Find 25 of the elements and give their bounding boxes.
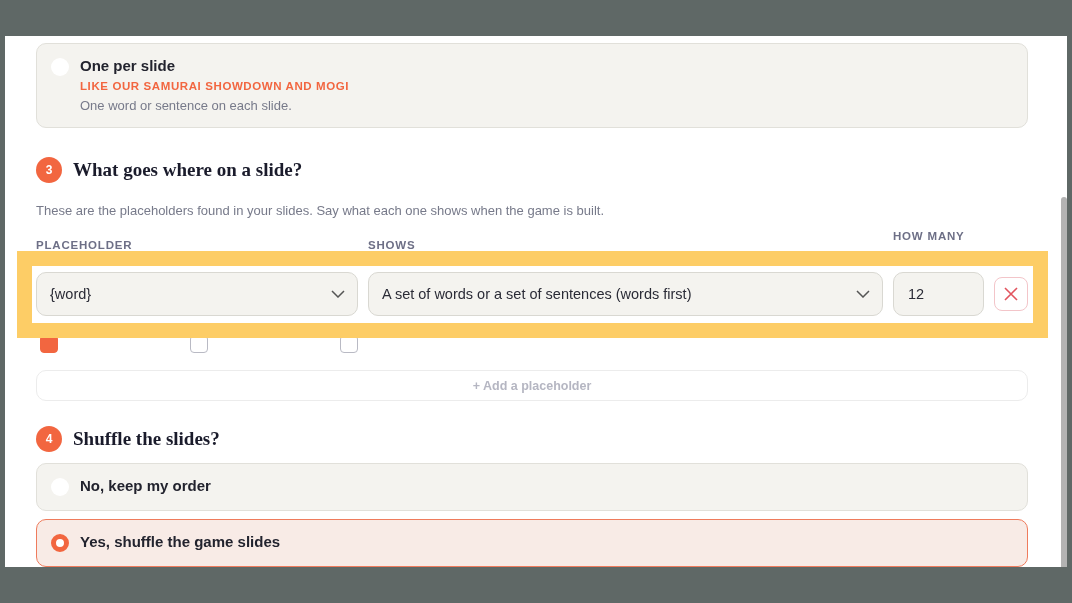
step-title: What goes where on a slide? [73, 159, 303, 182]
column-header: SHOWS [368, 238, 417, 254]
chevron-down-icon [856, 290, 870, 298]
option-title: No, keep my order [80, 477, 211, 494]
radio-button[interactable] [51, 534, 69, 552]
scrollbar-thumb[interactable] [1061, 197, 1067, 567]
option-card[interactable]: No, keep my order [36, 463, 1028, 511]
option-tagline: LIKE OUR SAMURAI SHOWDOWN AND MOGI [80, 80, 350, 92]
step-description: These are the placeholders found in your slides. Say what each one shows when the game is built. [36, 203, 605, 219]
shows-select[interactable]: A set of words or a set of sentences (words first) [368, 272, 883, 316]
option-title: One per slide [80, 57, 177, 74]
option-description: One word or sentence on each slide. [80, 98, 293, 113]
column-header: PLACEHOLDER [36, 238, 134, 254]
step-title: Shuffle the slides? [73, 428, 220, 450]
chevron-down-icon [331, 290, 345, 298]
placeholder-select[interactable]: {word} [36, 272, 358, 316]
column-header: HOW MANY [893, 229, 966, 245]
remove-button[interactable] [994, 277, 1028, 311]
option-card[interactable]: One per slide LIKE OUR SAMURAI SHOWDOWN AND MOGI One word or sentence on each slide. [36, 43, 1028, 128]
step-number: 4 [36, 426, 62, 452]
option-card[interactable]: Yes, shuffle the game slides [36, 519, 1028, 567]
close-icon [1004, 287, 1018, 301]
count-field[interactable]: 12 [893, 272, 984, 316]
option-title: Yes, shuffle the game slides [80, 533, 281, 550]
step-number: 3 [36, 157, 62, 184]
